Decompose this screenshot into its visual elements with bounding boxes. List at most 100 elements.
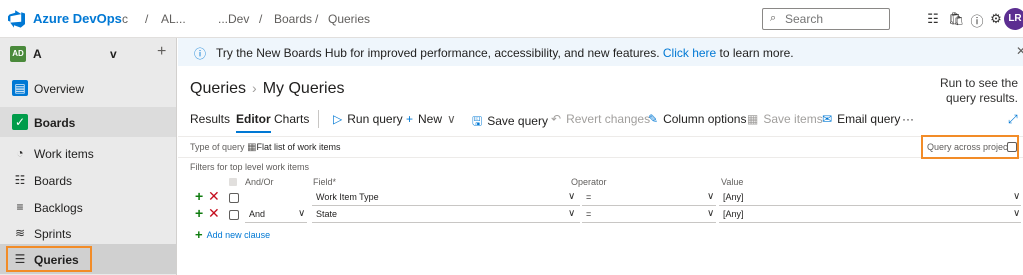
toolbar-divider: [318, 110, 319, 128]
banner-message: Try the New Boards Hub for improved perf…: [216, 46, 794, 60]
email-query-button[interactable]: ✉ Email query: [822, 112, 900, 126]
expand-icon[interactable]: ⤢: [1008, 112, 1018, 127]
tab-results[interactable]: Results: [190, 112, 230, 126]
project-name: A: [33, 47, 42, 61]
sidebar-item-work-items[interactable]: ◔ Work items: [0, 138, 176, 168]
value-select[interactable]: [Any]: [719, 190, 1021, 206]
task-list-icon[interactable]: ☷: [925, 11, 941, 27]
delete-clause-icon[interactable]: ✕: [208, 188, 220, 205]
chevron-down-icon: ∨: [707, 208, 715, 219]
chevron-down-icon: ∨: [1013, 191, 1021, 202]
add-icon[interactable]: +: [157, 43, 166, 61]
revert-changes-label: Revert changes: [566, 112, 651, 126]
query-name: My Queries: [262, 80, 345, 97]
crumb-separator: /: [259, 12, 263, 26]
breadcrumb-root[interactable]: Queries: [190, 80, 246, 97]
select-all-checkbox[interactable]: [229, 178, 237, 186]
search-box[interactable]: ⌕: [762, 8, 890, 30]
save-items-button[interactable]: ▦ Save items: [747, 112, 823, 126]
undo-icon: ↶: [551, 112, 562, 126]
and-or-cell: [245, 190, 307, 206]
column-options-label: Column options: [663, 112, 747, 126]
search-input[interactable]: [785, 11, 885, 27]
project-selector[interactable]: AD A v +: [0, 38, 177, 70]
clause-checkbox[interactable]: [229, 210, 239, 220]
overview-icon: ▤: [12, 80, 28, 96]
boards-crumb[interactable]: Boards: [274, 12, 312, 26]
query-type-label: Type of query: [190, 142, 245, 152]
insert-clause-icon[interactable]: +: [195, 188, 203, 204]
query-type[interactable]: Type of query ▦Flat list of work items: [190, 142, 341, 153]
save-icon: 🖫︎: [472, 114, 483, 128]
banner-text-tail: to learn more.: [716, 46, 794, 60]
more-actions-button[interactable]: ···: [902, 112, 914, 126]
new-button[interactable]: + New ∨: [406, 112, 456, 126]
plus-icon: +: [195, 227, 203, 242]
sidebar-item-label: Overview: [34, 82, 85, 96]
column-options-button[interactable]: ✎ Column options: [648, 112, 746, 126]
chevron-down-icon: ∨: [707, 191, 715, 202]
column-header-operator: Operator: [571, 177, 607, 187]
chevron-down-icon: ∨: [447, 112, 456, 126]
marketplace-bag-icon[interactable]: 🛍︎: [948, 11, 965, 27]
mail-icon: ✉: [822, 112, 833, 126]
sidebar-item-overview[interactable]: ▤ Overview: [0, 73, 176, 103]
search-icon: ⌕: [770, 12, 777, 24]
org-crumb[interactable]: c: [122, 12, 128, 26]
brand-name[interactable]: Azure DevOps: [33, 11, 122, 26]
run-query-button[interactable]: ▷ Run query: [333, 112, 403, 126]
sidebar-item-label: Backlogs: [34, 201, 83, 215]
save-items-label: Save items: [763, 112, 823, 126]
save-items-icon: ▦: [747, 112, 759, 126]
delete-clause-icon[interactable]: ✕: [208, 205, 220, 222]
column-header-value: Value: [721, 177, 744, 187]
save-query-label: Save query: [487, 114, 548, 128]
boards-hub-icon: ✓: [12, 114, 28, 130]
sidebar-item-label: Work items: [34, 147, 94, 161]
tab-charts[interactable]: Charts: [274, 112, 309, 126]
close-icon[interactable]: ✕: [1016, 44, 1023, 58]
query-type-value: Flat list of work items: [256, 142, 341, 152]
sidebar-item-boards-hub[interactable]: ✓ Boards: [0, 107, 176, 137]
info-banner: ⓘ Try the New Boards Hub for improved pe…: [178, 38, 1023, 66]
sidebar-item-label: Boards: [34, 116, 76, 130]
banner-text: Try the New Boards Hub for improved perf…: [216, 46, 663, 60]
save-query-button[interactable]: 🖫︎ Save query: [472, 112, 548, 133]
team-crumb[interactable]: ...Dev: [218, 12, 249, 26]
add-clause-label: Add new clause: [206, 230, 271, 240]
query-across-projects-checkbox[interactable]: [1007, 142, 1017, 152]
azure-devops-logo-icon[interactable]: [8, 10, 26, 28]
query-type-row: Type of query ▦Flat list of work items: [178, 136, 1023, 158]
project-crumb[interactable]: AL...: [161, 12, 186, 26]
value-select[interactable]: [Any]: [719, 207, 1021, 223]
field-select[interactable]: State: [312, 207, 580, 223]
filters-section-label: Filters for top level work items: [190, 162, 310, 172]
sidebar-item-boards[interactable]: ☷ Boards: [0, 165, 176, 195]
banner-link[interactable]: Click here: [663, 46, 716, 60]
add-new-clause-link[interactable]: + Add new clause: [195, 227, 270, 242]
page-title: Queries › My Queries: [190, 80, 345, 98]
user-settings-icon[interactable]: ⚙: [988, 11, 1004, 27]
operator-select[interactable]: =: [582, 190, 716, 206]
queries-crumb[interactable]: Queries: [328, 12, 370, 26]
field-select[interactable]: Work Item Type: [312, 190, 580, 206]
info-icon: ⓘ: [194, 47, 207, 61]
tab-editor[interactable]: Editor: [236, 112, 271, 133]
project-name-tail: v: [110, 47, 117, 61]
sprint-icon: ≋: [14, 226, 26, 240]
insert-clause-icon[interactable]: +: [195, 205, 203, 221]
operator-select[interactable]: =: [582, 207, 716, 223]
new-label: New: [418, 112, 443, 126]
clause-row: + ✕ Work Item Type ∨ = ∨ [Any] ∨: [178, 188, 1023, 206]
revert-changes-button[interactable]: ↶ Revert changes: [551, 112, 650, 126]
avatar[interactable]: LR: [1004, 8, 1023, 30]
plus-icon: +: [406, 112, 414, 126]
crumb-separator: /: [145, 12, 149, 26]
chevron-right-icon: ›: [252, 80, 257, 96]
run-hint: Run to see the query results.: [939, 76, 1018, 105]
crumb-separator: /: [315, 12, 319, 26]
play-icon: ▷: [333, 112, 343, 126]
help-icon[interactable]: ⓘ: [969, 11, 985, 30]
queries-highlight-box: [6, 246, 92, 272]
clause-checkbox[interactable]: [229, 193, 239, 203]
